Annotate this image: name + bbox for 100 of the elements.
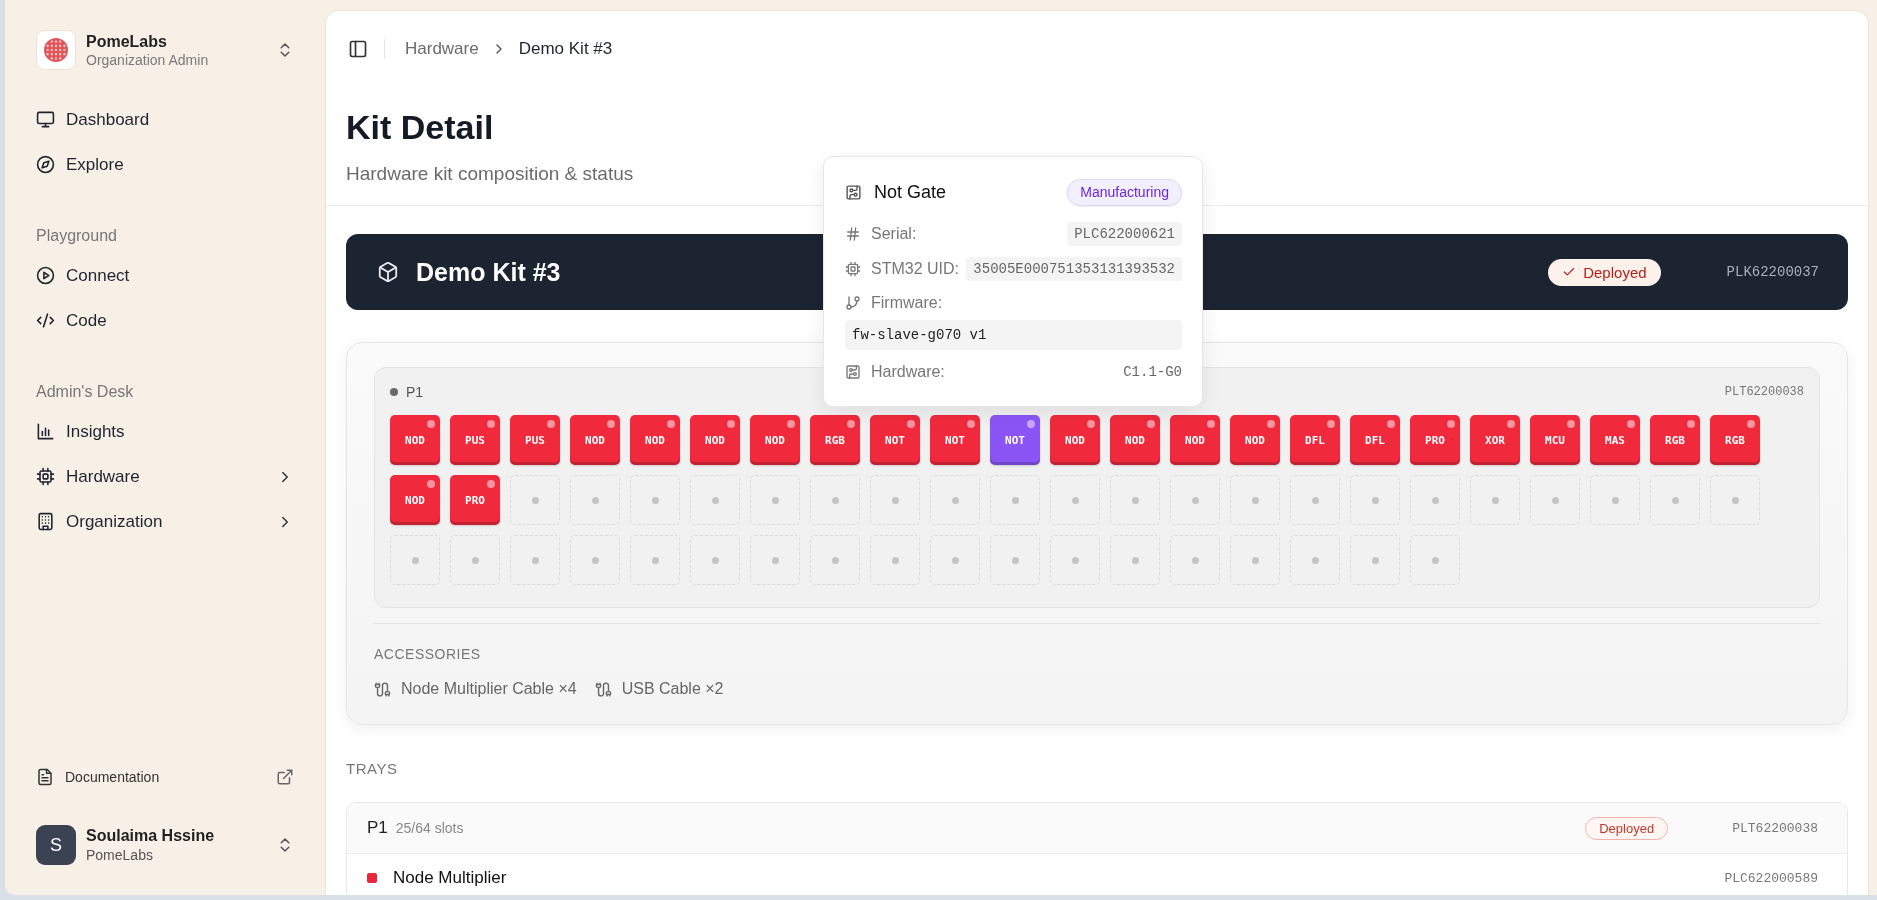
logo-icon	[36, 30, 76, 70]
slot-dot-icon	[1191, 556, 1199, 564]
slot-dot-icon	[1311, 556, 1319, 564]
module-tile[interactable]: MAS	[1590, 415, 1640, 465]
module-tile[interactable]: PRO	[1410, 415, 1460, 465]
external-link-icon	[276, 768, 294, 786]
nav-item[interactable]: Connect	[36, 253, 294, 298]
status-badge: Manufacturing	[1067, 178, 1182, 206]
module-tile[interactable]: NOT	[930, 415, 980, 465]
module-tile[interactable]: NOD	[1050, 415, 1100, 465]
module-tile[interactable]: RGB	[1650, 415, 1700, 465]
nav-item[interactable]: Code	[36, 298, 294, 343]
slot-dot-icon	[951, 556, 959, 564]
building-icon	[36, 512, 55, 531]
slot-dot-icon	[771, 496, 779, 504]
slot-dot-icon	[891, 556, 899, 564]
slot-dot-icon	[531, 496, 539, 504]
led-icon	[1567, 420, 1575, 428]
user-avatar: S	[36, 825, 76, 865]
module-tile[interactable]: NOD	[1230, 415, 1280, 465]
documentation-link[interactable]: Documentation	[36, 757, 294, 797]
breadcrumb-link[interactable]: Hardware	[405, 39, 479, 59]
user-org: PomeLabs	[86, 846, 154, 864]
nav-item[interactable]: Hardware	[36, 454, 294, 499]
field-value: fw-slave-g070 v1	[845, 320, 1182, 350]
slot-dot-icon	[651, 556, 659, 564]
module-tile[interactable]: XOR	[1470, 415, 1520, 465]
module-tile[interactable]: DFL	[1290, 415, 1340, 465]
breadcrumb-current: Demo Kit #3	[518, 39, 613, 59]
module-tile[interactable]: NOD	[1110, 415, 1160, 465]
module-tile[interactable]: NOT	[870, 415, 920, 465]
module-tile[interactable]: PUS	[510, 415, 560, 465]
field-value: 35005E000751353131393532	[966, 257, 1182, 281]
field-label: STM32 UID:	[871, 260, 959, 278]
slot-dot-icon	[531, 556, 539, 564]
module-tile[interactable]: NOD	[750, 415, 800, 465]
tray-serial: PLT62200038	[1732, 820, 1818, 836]
module-tile[interactable]: DFL	[1350, 415, 1400, 465]
section-label: Playground	[36, 226, 118, 246]
module-tile[interactable]: NOD	[630, 415, 680, 465]
slot-dot-icon	[951, 496, 959, 504]
led-icon	[1747, 420, 1755, 428]
slot-dot-icon	[591, 556, 599, 564]
slot-dot-icon	[1731, 496, 1739, 504]
slot-count: 25/64 slots	[395, 820, 464, 836]
module-tile[interactable]: MCU	[1530, 415, 1580, 465]
led-icon	[547, 420, 555, 428]
slot-dot-icon	[1131, 496, 1139, 504]
nav-item[interactable]: Organization	[36, 499, 294, 544]
slot-dot-icon	[1011, 556, 1019, 564]
sidebar-toggle-icon[interactable]	[348, 39, 368, 59]
cable-icon	[374, 680, 391, 698]
module-tile[interactable]: NOD	[690, 415, 740, 465]
org-role: Organization Admin	[86, 50, 209, 69]
led-icon	[427, 420, 435, 428]
tooltip-title: Not Gate	[874, 181, 947, 203]
led-icon	[607, 420, 615, 428]
led-icon	[1687, 420, 1695, 428]
led-icon	[787, 420, 795, 428]
module-tile[interactable]: NOD	[570, 415, 620, 465]
module-tile[interactable]: NOD	[1170, 415, 1220, 465]
slot-dot-icon	[1191, 496, 1199, 504]
slot-dot-icon	[1311, 496, 1319, 504]
module-tile[interactable]: PUS	[450, 415, 500, 465]
led-icon	[907, 420, 915, 428]
field-value: C1.1-G0	[1123, 364, 1182, 380]
user-name: Soulaima Hssine	[86, 826, 215, 846]
slot-dot-icon	[1491, 496, 1499, 504]
slot-dot-icon	[1011, 496, 1019, 504]
module-tile[interactable]: NOD	[390, 475, 440, 525]
module-tile[interactable]: NOT	[990, 415, 1040, 465]
nav-item[interactable]: Dashboard	[36, 97, 294, 142]
slot-dot-icon	[1071, 496, 1079, 504]
slot-dot-icon	[591, 496, 599, 504]
led-icon	[1087, 420, 1095, 428]
tray-dot-icon	[390, 388, 398, 396]
slot-dot-icon	[831, 556, 839, 564]
status-label: Deployed	[1583, 263, 1647, 281]
git-branch-icon	[845, 295, 861, 311]
document-icon	[36, 768, 54, 786]
accessory-label: Node Multiplier Cable ×4	[401, 679, 577, 699]
nav-item[interactable]: Explore	[36, 142, 294, 187]
led-icon	[847, 420, 855, 428]
kit-name: Demo Kit #3	[416, 257, 561, 287]
module-tile[interactable]: NOD	[390, 415, 440, 465]
led-icon	[1507, 420, 1515, 428]
slot-dot-icon	[831, 496, 839, 504]
chip-icon	[36, 467, 55, 486]
circuit-board-icon	[845, 183, 862, 201]
page-subtitle: Hardware kit composition & status	[346, 162, 634, 186]
tray-name: P1	[367, 818, 388, 838]
slot-dot-icon	[711, 496, 719, 504]
slot-dot-icon	[711, 556, 719, 564]
slot-dot-icon	[1131, 556, 1139, 564]
module-tile[interactable]: PRO	[450, 475, 500, 525]
module-tile[interactable]: RGB	[810, 415, 860, 465]
nav-item[interactable]: Insights	[36, 409, 294, 454]
tray-row-header[interactable]: P1 25/64 slots Deployed PLT62200038	[347, 803, 1847, 854]
module-tile[interactable]: RGB	[1710, 415, 1760, 465]
slot-dot-icon	[771, 556, 779, 564]
